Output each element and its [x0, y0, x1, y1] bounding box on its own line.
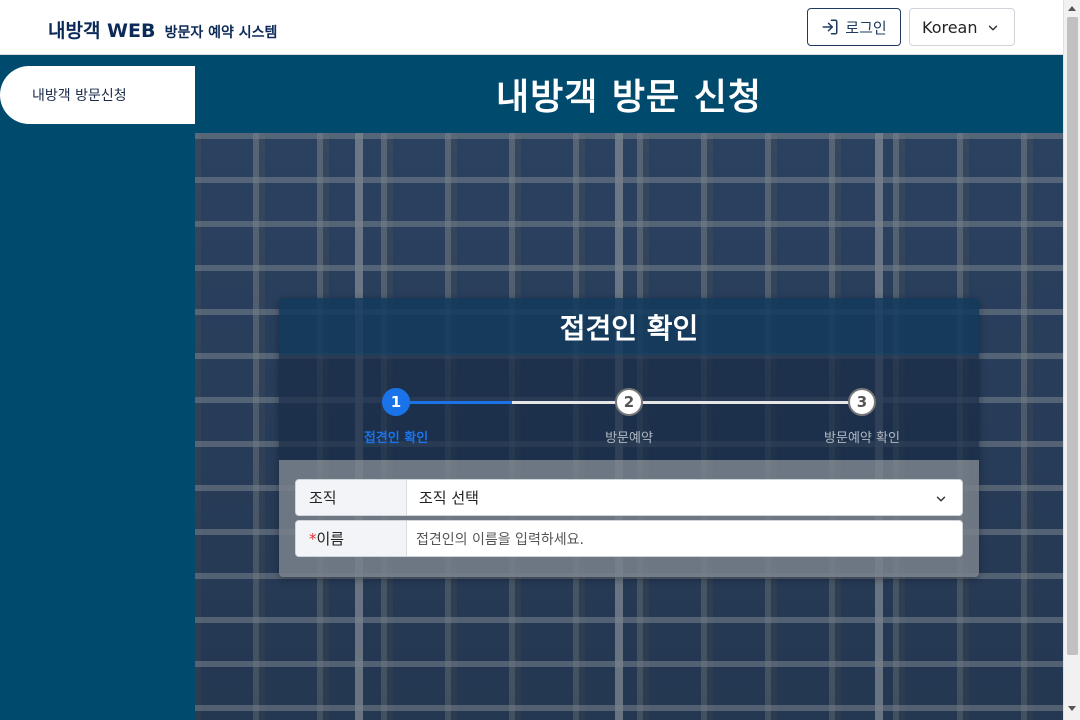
login-icon — [822, 19, 838, 35]
page-scrollbar[interactable] — [1063, 0, 1080, 720]
step-3-circle: 3 — [848, 388, 876, 416]
step-2-label: 방문예약 — [605, 431, 653, 446]
brand-title[interactable]: 내방객 WEB 방문자 예약 시스템 — [48, 16, 277, 43]
step-progress-line-pending — [512, 401, 862, 404]
top-header: 내방객 WEB 방문자 예약 시스템 로그인 Korean — [0, 0, 1063, 55]
organization-row: 조직 조직 선택 — [295, 479, 963, 516]
chevron-down-icon — [988, 25, 998, 31]
step-1-circle: 1 — [382, 388, 410, 416]
page-title-bar: 내방객 방문 신청 — [195, 55, 1063, 133]
language-value: Korean — [922, 17, 978, 37]
step-2-circle: 2 — [615, 388, 643, 416]
name-label: * 이름 — [296, 521, 407, 556]
step-progress: 1 접견인 확인 2 방문예약 3 방문예약 확인 — [279, 355, 979, 460]
step-progress-line-done — [396, 401, 512, 404]
login-label: 로그인 — [845, 18, 887, 37]
scrollbar-thumb[interactable] — [1067, 17, 1078, 655]
step-1-label: 접견인 확인 — [363, 431, 429, 446]
page-title: 내방객 방문 신청 — [496, 77, 762, 118]
scroll-down-arrow-icon[interactable] — [1068, 706, 1076, 711]
organization-select[interactable]: 조직 선택 — [407, 480, 962, 515]
organization-label: 조직 — [296, 480, 407, 515]
sidebar-item-label: 내방객 방문신청 — [32, 88, 127, 104]
name-input-placeholder: 접견인의 이름을 입력하세요. — [416, 531, 584, 548]
sidebar: 내방객 방문신청 — [0, 55, 195, 720]
step-3-label: 방문예약 확인 — [824, 431, 900, 446]
name-input[interactable]: 접견인의 이름을 입력하세요. — [407, 521, 962, 556]
login-button[interactable]: 로그인 — [807, 8, 901, 46]
organization-select-value: 조직 선택 — [419, 489, 479, 507]
brand-main: 내방객 WEB — [48, 20, 156, 42]
card-title: 접견인 확인 — [559, 311, 699, 345]
language-select[interactable]: Korean — [909, 8, 1015, 46]
chevron-down-icon — [936, 496, 946, 502]
required-mark: * — [309, 529, 317, 548]
scroll-up-arrow-icon[interactable] — [1068, 6, 1076, 11]
name-row: * 이름 접견인의 이름을 입력하세요. — [295, 520, 963, 557]
card-header: 접견인 확인 — [279, 298, 979, 355]
visitor-check-card: 접견인 확인 1 접견인 확인 2 방문예약 3 방문예약 확인 조직 조직 선… — [279, 298, 979, 577]
sidebar-item-visit-request[interactable]: 내방객 방문신청 — [0, 66, 195, 124]
brand-sub: 방문자 예약 시스템 — [164, 25, 278, 41]
name-label-text: 이름 — [316, 530, 345, 548]
visitor-form: 조직 조직 선택 * 이름 접견인의 이름을 입력하세요. — [279, 460, 979, 577]
